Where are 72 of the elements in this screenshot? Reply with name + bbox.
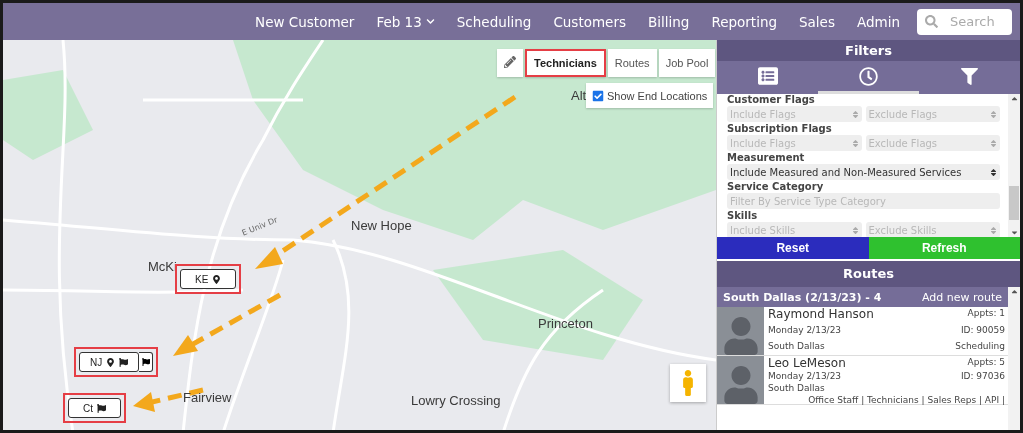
place-label: Alt — [571, 88, 587, 103]
nav-link[interactable]: Sales — [788, 13, 846, 30]
sort-icon — [989, 109, 998, 119]
technician-role: Scheduling — [955, 339, 1005, 353]
nav-link[interactable]: Admin — [845, 13, 911, 30]
route-area: South Dallas — [768, 382, 961, 394]
route-date: Monday 2/13/23 — [768, 324, 843, 338]
technician-card[interactable]: Raymond Hanson Appts: 1 Monday 2/13/23 ID: 90059 South Dallas Scheduling — [717, 307, 1008, 356]
nav-link[interactable]: Billing — [637, 13, 701, 30]
photo-placeholder — [717, 356, 764, 404]
caret-up-icon[interactable] — [1009, 287, 1019, 296]
refresh-button[interactable]: Refresh — [868, 237, 1020, 259]
place-label: Lowry Crossing — [411, 393, 501, 408]
caret-up-icon[interactable] — [1009, 94, 1019, 103]
road-label: E Univ Dr — [240, 215, 279, 238]
nav-link[interactable]: New Customer — [244, 13, 366, 30]
technician-role: Office Staff | Technicians | Sales Reps | API | — [807, 394, 1005, 406]
nav-link[interactable]: Feb 13 — [365, 13, 446, 30]
filter-label: Measurement — [727, 152, 806, 163]
panel-title: Filters — [717, 40, 1020, 61]
sort-icon — [850, 225, 860, 235]
technician-card[interactable]: Leo LeMeson Appts: 5 Monday 2/13/23 ID: 97036 South Dallas Office Staff | Technicians | Sales Reps | API | — [717, 356, 1008, 405]
route-area: South Dallas — [768, 339, 956, 355]
technician-name: Raymond Hanson — [768, 307, 875, 323]
appointment-count: Appts: 1 — [966, 307, 1005, 320]
technician-id: ID: 97036 — [960, 370, 1005, 382]
edit-button[interactable] — [497, 49, 523, 77]
photo-placeholder — [717, 307, 764, 355]
checkbox-checked-icon — [592, 89, 604, 102]
search-icon — [925, 15, 938, 28]
funnel-icon — [961, 67, 978, 85]
sort-icon — [850, 109, 860, 119]
stacked-marker[interactable] — [139, 352, 154, 372]
place-label: Fairview — [183, 390, 232, 405]
filter-label: Customer Flags — [727, 94, 816, 105]
nav-link[interactable]: Scheduling — [445, 13, 543, 30]
filter-label: Service Category — [727, 181, 825, 192]
nav-link[interactable]: Reporting — [700, 13, 789, 30]
reset-button[interactable]: Reset — [717, 237, 869, 259]
sort-icon — [989, 167, 998, 177]
caret-down-icon[interactable] — [1009, 228, 1019, 237]
map-marker[interactable]: KE — [180, 269, 237, 289]
list-icon — [757, 66, 778, 86]
show-end-locations-checkbox[interactable]: Show End Locations — [586, 83, 714, 108]
place-label: Princeton — [538, 316, 593, 331]
scrollbar[interactable] — [1008, 94, 1020, 237]
view-tab[interactable]: Routes — [607, 49, 657, 77]
sort-icon — [989, 225, 998, 235]
technician-id: ID: 90059 — [959, 324, 1005, 338]
search-field[interactable]: Search — [917, 8, 1012, 35]
map-marker[interactable]: NJ — [79, 352, 140, 372]
sort-icon — [989, 138, 998, 148]
select-field[interactable]: Include Measured and Non-Measured Services — [727, 164, 1000, 180]
filter-label: Subscription Flags — [727, 123, 833, 134]
appointment-count: Appts: 5 — [966, 356, 1005, 369]
flag-icon — [141, 358, 150, 366]
view-tab[interactable]: Technicians — [525, 49, 606, 77]
panel-title: Routes — [717, 261, 1020, 287]
technician-name: Leo LeMeson — [768, 356, 847, 370]
route-group-title: South Dallas (2/13/23) - 4 — [723, 290, 882, 304]
pencil-icon — [504, 56, 516, 68]
route-date: Monday 2/13/23 — [768, 370, 843, 382]
scrollbar[interactable] — [1008, 287, 1020, 430]
clock-icon — [859, 66, 878, 86]
nav-link[interactable]: Customers — [542, 13, 637, 30]
view-tab[interactable]: Job Pool — [658, 49, 716, 77]
filter-label: Skills — [727, 210, 759, 221]
scrollbar-thumb[interactable] — [1009, 186, 1019, 220]
add-route-link[interactable]: Add new route — [921, 290, 1002, 304]
place-label: New Hope — [351, 218, 412, 233]
sort-icon — [850, 138, 860, 148]
map-marker[interactable]: Ct — [68, 398, 121, 418]
